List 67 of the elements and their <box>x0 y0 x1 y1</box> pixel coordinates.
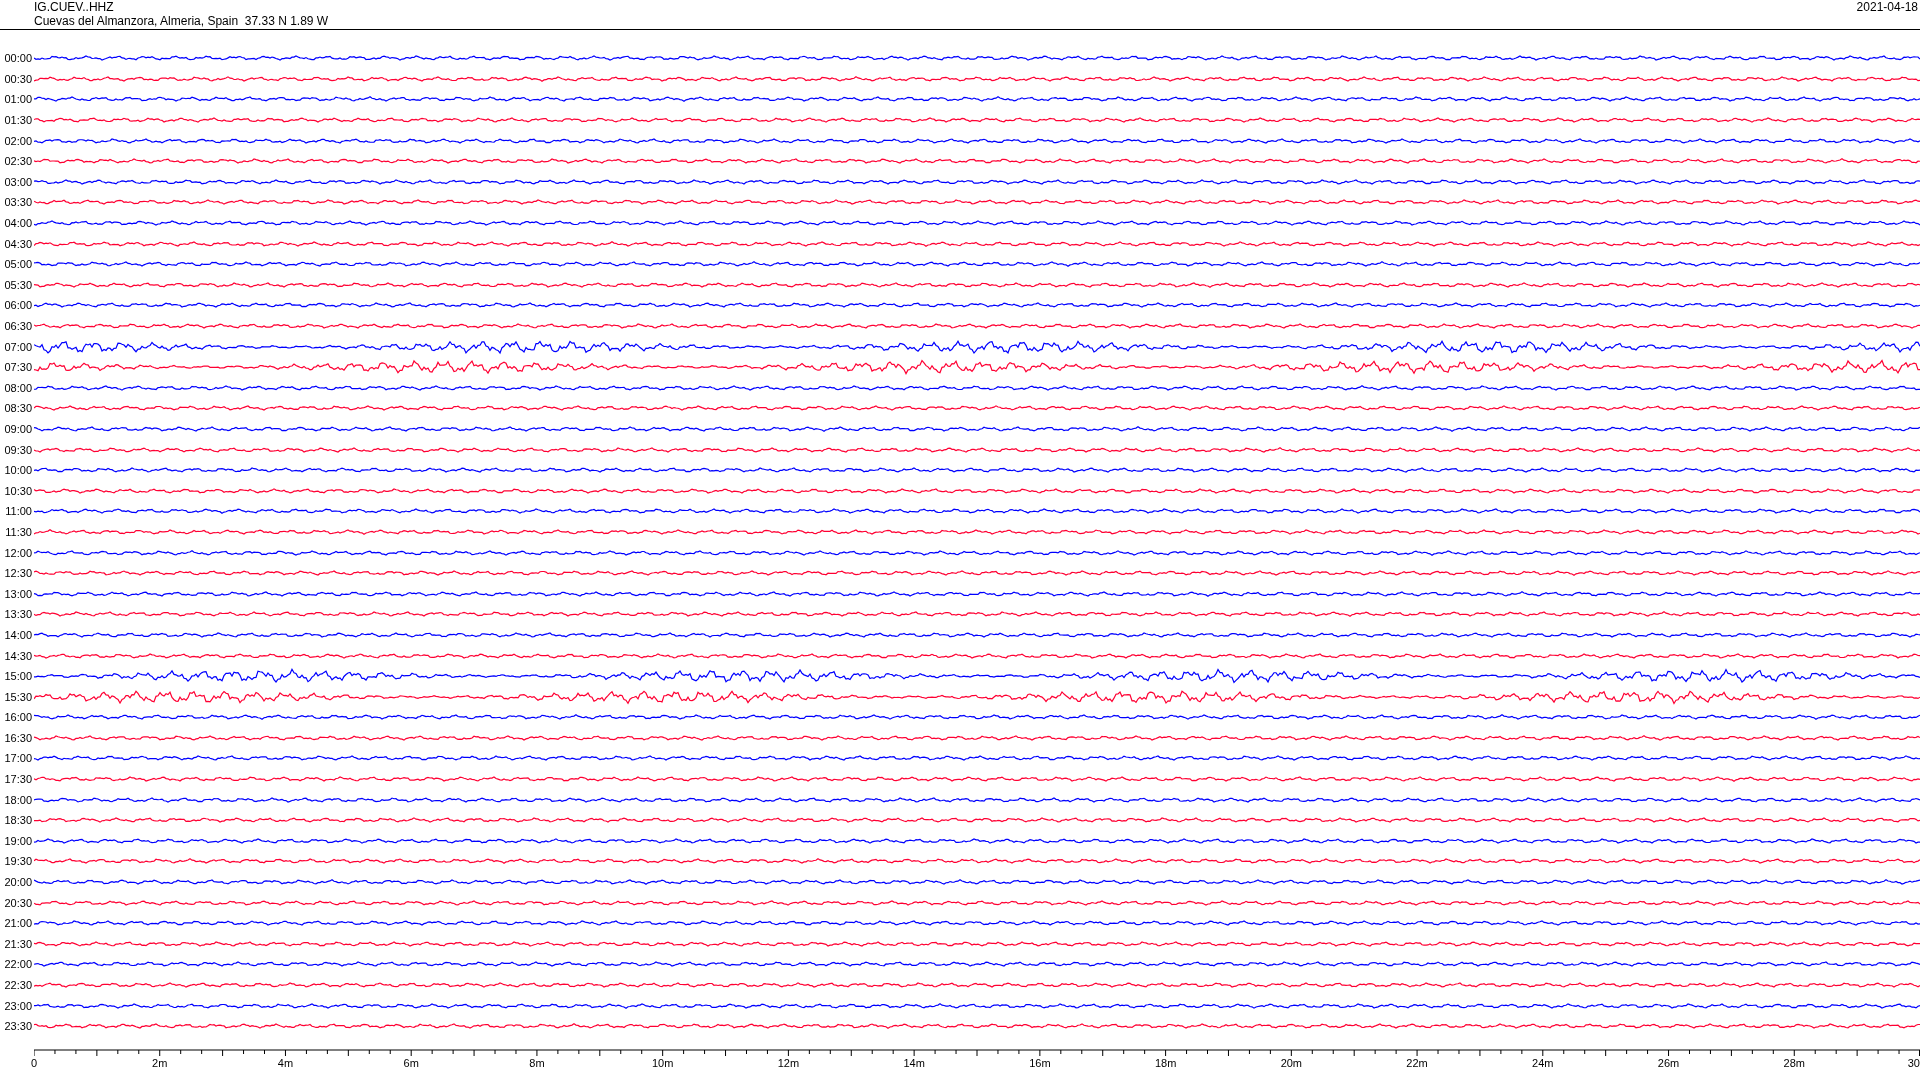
trace-time-label: 14:00 <box>3 628 33 641</box>
axis-tick-label: 28m <box>1783 1056 1805 1070</box>
trace-time-label: 20:00 <box>3 876 33 889</box>
axis-tick-label: 22m <box>1406 1056 1428 1070</box>
trace-time-label: 01:00 <box>3 93 33 106</box>
trace-time-label: 22:30 <box>3 979 33 991</box>
trace-time-label: 05:30 <box>3 278 33 291</box>
trace-time-label: 17:30 <box>3 773 33 786</box>
trace-time-label: 20:30 <box>3 896 33 909</box>
axis-tick-label: 24m <box>1532 1056 1554 1070</box>
trace-time-label: 02:00 <box>3 134 33 147</box>
plot-date: 2021-04-18 <box>1856 0 1918 14</box>
trace-time-label: 00:30 <box>3 72 33 85</box>
axis-tick-label: 4m <box>277 1056 294 1070</box>
axis-tick-label: 8m <box>529 1056 545 1070</box>
trace-time-label: 21:30 <box>3 937 33 950</box>
station-code: IG.CUEV..HHZ <box>34 0 115 14</box>
trace-time-label: 12:00 <box>3 546 33 559</box>
axis-tick-label: 0 <box>31 1056 38 1070</box>
trace-time-label: 13:00 <box>3 587 33 600</box>
trace-time-label: 03:30 <box>3 196 33 209</box>
trace-time-label: 03:00 <box>3 175 33 188</box>
trace-time-label: 15:00 <box>3 670 33 683</box>
trace-time-label: 13:30 <box>3 608 33 621</box>
trace-time-label: 10:00 <box>3 464 33 477</box>
trace-time-label: 10:30 <box>3 484 33 497</box>
trace-time-label: 08:30 <box>3 402 33 415</box>
trace-time-label: 09:30 <box>3 443 33 456</box>
trace-time-label: 21:00 <box>3 917 33 930</box>
trace-time-label: 06:00 <box>3 299 33 312</box>
trace-time-label: 07:00 <box>3 340 33 353</box>
trace-time-label: 05:00 <box>3 258 33 271</box>
axis-tick-label: 6m <box>403 1056 419 1070</box>
trace-time-label: 08:00 <box>3 381 33 394</box>
trace-time-label: 16:00 <box>3 711 33 724</box>
trace-time-label: 01:30 <box>3 114 33 127</box>
trace-time-label: 02:30 <box>3 155 33 168</box>
trace-time-label: 09:00 <box>3 423 33 435</box>
axis-tick-label: 30 <box>1907 1056 1920 1070</box>
axis-tick-label: 16m <box>1029 1056 1051 1070</box>
trace-time-label: 23:00 <box>3 999 33 1012</box>
trace-time-label: 07:30 <box>3 361 33 374</box>
trace-time-label: 19:30 <box>3 855 33 868</box>
trace-time-label: 04:00 <box>3 217 33 230</box>
trace-time-label: 06:30 <box>3 320 33 332</box>
axis-tick-label: 10m <box>651 1056 674 1070</box>
trace-time-label: 18:30 <box>3 814 33 827</box>
trace-time-label: 16:30 <box>3 731 33 744</box>
axis-tick-label: 12m <box>777 1056 800 1070</box>
trace-time-label: 18:00 <box>3 793 33 806</box>
axis-tick-label: 26m <box>1657 1056 1680 1070</box>
trace-time-label: 11:00 <box>4 505 33 518</box>
trace-time-label: 12:30 <box>3 567 33 580</box>
trace-time-label: 14:30 <box>3 649 33 662</box>
trace-time-label: 11:30 <box>4 525 33 538</box>
axis-tick-label: 2m <box>152 1056 168 1070</box>
axis-tick-label: 20m <box>1280 1056 1303 1070</box>
axis-tick-label: 18m <box>1154 1056 1177 1070</box>
trace-time-label: 19:00 <box>3 834 33 847</box>
station-location: Cuevas del Almanzora, Almeria, Spain 37.33 N 1.89 W <box>34 14 329 28</box>
trace-time-label: 04:30 <box>3 237 33 250</box>
trace-time-label: 15:30 <box>3 690 33 703</box>
trace-time-label: 23:30 <box>3 1020 33 1033</box>
axis-tick-label: 14m <box>903 1056 925 1070</box>
trace-time-label: 17:00 <box>3 752 33 765</box>
trace-time-label: 22:00 <box>3 958 33 971</box>
trace-time-label: 00:00 <box>3 52 33 65</box>
